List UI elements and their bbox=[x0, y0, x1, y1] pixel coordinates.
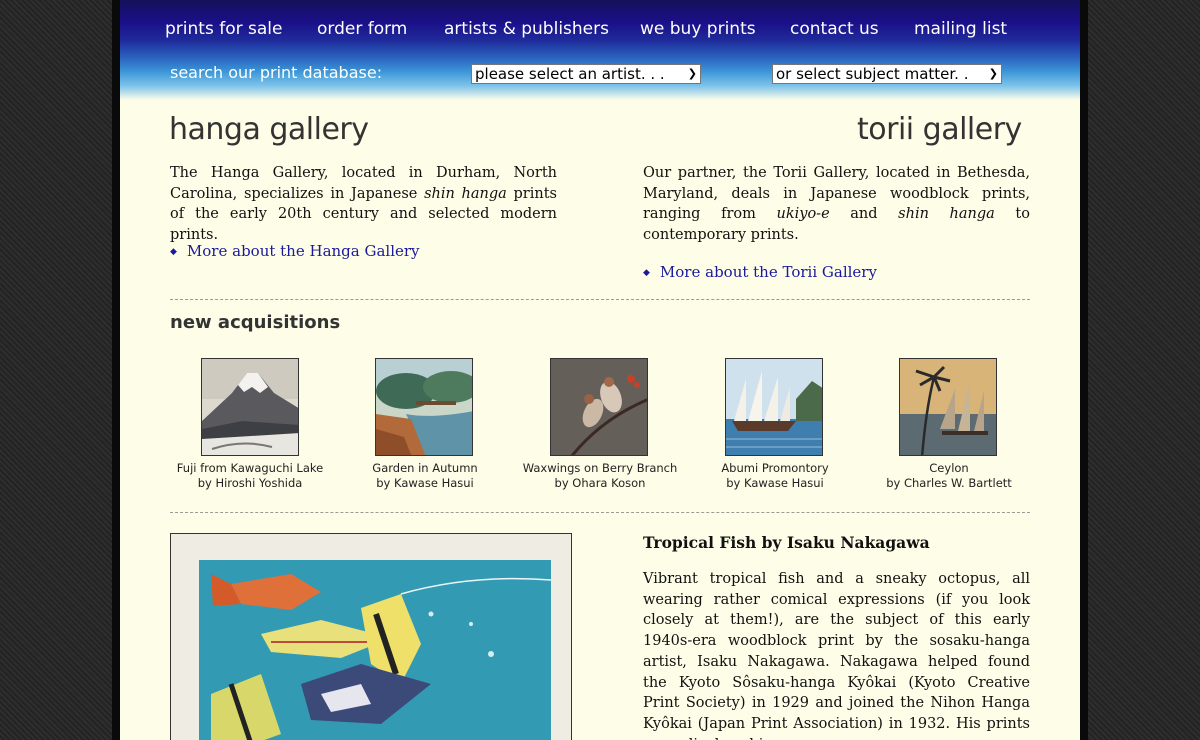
section-divider bbox=[170, 299, 1030, 300]
caption-artist: by Ohara Koson bbox=[554, 476, 646, 490]
bullet-icon: ◆ bbox=[170, 247, 177, 257]
thumb-abumi-promontory[interactable] bbox=[725, 358, 823, 456]
caption-fuji: Fuji from Kawaguchi Lake by Hiroshi Yosh… bbox=[165, 461, 335, 491]
thumb-fuji-from-kawaguchi-lake[interactable] bbox=[201, 358, 299, 456]
tropical-fish-artwork bbox=[171, 534, 571, 740]
caption-garden: Garden in Autumn by Kawase Hasui bbox=[340, 461, 510, 491]
artist-select[interactable]: please select an artist. . . ❯ bbox=[471, 64, 701, 84]
caption-title: Ceylon bbox=[929, 461, 969, 475]
thumb-ceylon[interactable] bbox=[899, 358, 997, 456]
hanga-gallery-title: hanga gallery bbox=[169, 112, 369, 147]
thumb-garden-in-autumn[interactable] bbox=[375, 358, 473, 456]
artist-select-value: please select an artist. . . bbox=[475, 65, 665, 83]
subject-select-value: or select subject matter. . bbox=[776, 65, 969, 83]
nav-we-buy-prints[interactable]: we buy prints bbox=[640, 19, 756, 39]
torii-gallery-title: torii gallery bbox=[857, 112, 1022, 147]
caption-artist: by Charles W. Bartlett bbox=[886, 476, 1012, 490]
nav-prints-for-sale[interactable]: prints for sale bbox=[165, 19, 282, 39]
bullet-icon: ◆ bbox=[643, 268, 650, 278]
feature-title: Tropical Fish by Isaku Nakagawa bbox=[643, 533, 930, 552]
caption-title: Abumi Promontory bbox=[721, 461, 829, 475]
nav-artists-publishers[interactable]: artists & publishers bbox=[444, 19, 609, 39]
ceylon-print-image bbox=[900, 359, 996, 455]
nav-mailing-list[interactable]: mailing list bbox=[914, 19, 1007, 39]
abumi-print-image bbox=[726, 359, 822, 455]
section-divider bbox=[170, 512, 1030, 513]
more-about-torii-link[interactable]: ◆ More about the Torii Gallery bbox=[643, 263, 877, 281]
caption-title: Fuji from Kawaguchi Lake bbox=[176, 461, 324, 475]
garden-print-image bbox=[376, 359, 472, 455]
page-container: prints for sale order form artists & pub… bbox=[120, 0, 1080, 740]
nav-order-form[interactable]: order form bbox=[317, 19, 407, 39]
new-acquisitions-title: new acquisitions bbox=[170, 312, 341, 333]
tropical-fish-print-image[interactable] bbox=[170, 533, 572, 740]
caption-title: Garden in Autumn bbox=[372, 461, 478, 475]
feature-description: Vibrant tropical fish and a sneaky octop… bbox=[643, 571, 1030, 740]
waxwings-print-image bbox=[551, 359, 647, 455]
more-about-hanga-label: More about the Hanga Gallery bbox=[186, 242, 420, 260]
more-about-hanga-link[interactable]: ◆ More about the Hanga Gallery bbox=[170, 242, 420, 260]
hanga-text-em: shin hanga bbox=[424, 185, 507, 202]
hanga-description: The Hanga Gallery, located in Durham, No… bbox=[170, 163, 557, 246]
nav-contact-us[interactable]: contact us bbox=[790, 19, 879, 39]
caption-artist: by Kawase Hasui bbox=[726, 476, 824, 490]
chevron-down-icon: ❯ bbox=[687, 67, 697, 80]
torii-description: Our partner, the Torii Gallery, located … bbox=[643, 163, 1030, 246]
thumb-waxwings-on-berry-branch[interactable] bbox=[550, 358, 648, 456]
caption-abumi: Abumi Promontory by Kawase Hasui bbox=[690, 461, 860, 491]
caption-ceylon: Ceylon by Charles W. Bartlett bbox=[864, 461, 1034, 491]
caption-artist: by Hiroshi Yoshida bbox=[197, 476, 303, 490]
torii-text-2: and bbox=[829, 206, 899, 223]
header-banner: prints for sale order form artists & pub… bbox=[120, 0, 1080, 100]
more-about-torii-label: More about the Torii Gallery bbox=[659, 263, 877, 281]
subject-select[interactable]: or select subject matter. . ❯ bbox=[772, 64, 1002, 84]
caption-title: Waxwings on Berry Branch bbox=[522, 461, 678, 475]
torii-text-em-2: shin hanga bbox=[898, 206, 995, 223]
caption-artist: by Kawase Hasui bbox=[376, 476, 474, 490]
search-label: search our print database: bbox=[170, 63, 383, 82]
chevron-down-icon: ❯ bbox=[988, 67, 998, 80]
caption-waxwings: Waxwings on Berry Branch by Ohara Koson bbox=[515, 461, 685, 491]
torii-text-em-1: ukiyo-e bbox=[776, 206, 830, 223]
fuji-print-image bbox=[202, 359, 298, 455]
